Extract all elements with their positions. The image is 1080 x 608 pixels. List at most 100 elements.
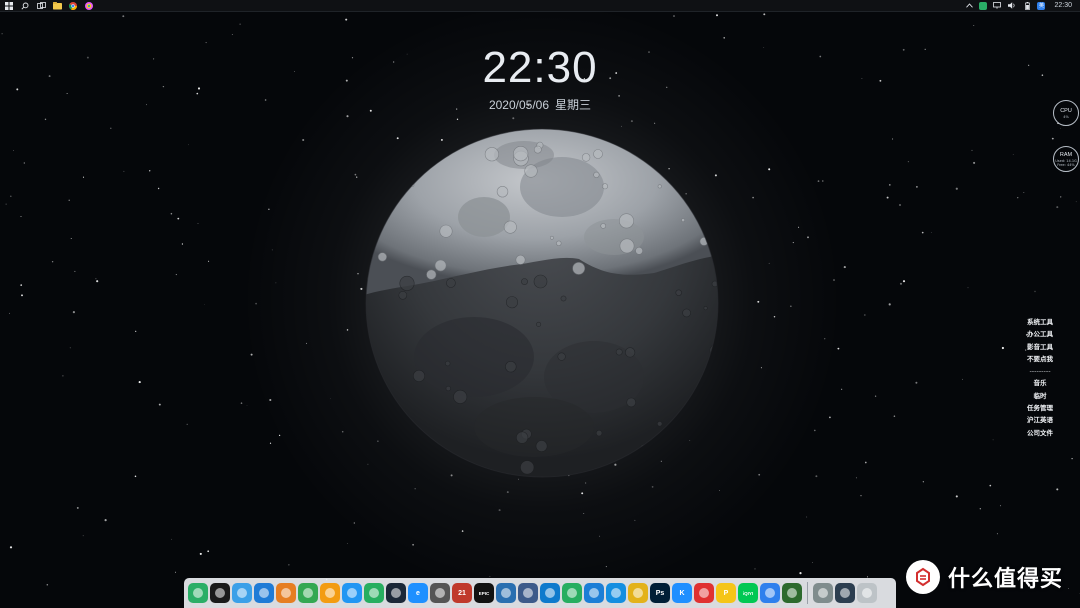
steam-icon[interactable] — [386, 583, 406, 603]
task-view-icon[interactable] — [36, 1, 46, 11]
quick-launch-menu: 系统工具 办公工具 影音工具 不要点我 --------- 音乐 临时 任务管理… — [1018, 316, 1062, 439]
chevron-up-icon[interactable] — [964, 1, 974, 11]
chrome-canary-glyph — [281, 588, 291, 598]
taskbar-clock[interactable]: 22:30 — [1054, 2, 1072, 9]
star — [798, 226, 800, 228]
image-viewer-icon[interactable] — [562, 583, 582, 603]
crater — [682, 308, 691, 318]
menu-item-system-tools[interactable]: 系统工具 — [1018, 316, 1062, 328]
battery-icon[interactable] — [1022, 1, 1032, 11]
settings-gears-icon[interactable] — [813, 583, 833, 603]
star — [199, 552, 202, 555]
search-icon[interactable] — [20, 1, 30, 11]
star — [269, 398, 272, 402]
star — [915, 381, 918, 384]
settings-gears-glyph — [818, 588, 828, 598]
epic-games-icon[interactable]: EPIC — [474, 583, 494, 603]
input-method-icon[interactable]: 英 — [1037, 1, 1046, 10]
watermark-text: 什么值得买 — [948, 567, 1064, 592]
calendar-icon[interactable]: 21 — [452, 583, 472, 603]
edge-icon[interactable] — [254, 583, 274, 603]
this-pc-icon[interactable] — [835, 583, 855, 603]
star — [955, 495, 958, 498]
star — [341, 430, 344, 433]
disk-tool-icon[interactable] — [518, 583, 538, 603]
transfer-icon[interactable] — [606, 583, 626, 603]
star — [1051, 137, 1054, 140]
volume-icon[interactable] — [1007, 1, 1017, 11]
photoshop-icon[interactable]: Ps — [650, 583, 670, 603]
netease-music-icon[interactable] — [694, 583, 714, 603]
star — [302, 138, 305, 142]
bilibili-glyph — [347, 588, 357, 598]
file-explorer-icon[interactable] — [52, 1, 62, 11]
star — [599, 535, 601, 537]
crater — [524, 164, 538, 178]
star — [773, 315, 776, 318]
star — [634, 519, 636, 521]
star — [20, 216, 22, 217]
recycle-bin-icon[interactable] — [857, 583, 877, 603]
chrome-canary-icon[interactable] — [276, 583, 296, 603]
star — [962, 378, 963, 380]
windows-start-icon[interactable] — [4, 1, 14, 11]
star — [752, 196, 754, 199]
star — [1056, 206, 1059, 209]
iqiyi-icon[interactable]: iQIYI — [738, 583, 758, 603]
tencent-app-icon[interactable] — [232, 583, 252, 603]
360-browser-icon[interactable] — [364, 583, 384, 603]
baidu-netdisk-glyph — [765, 588, 775, 598]
star — [171, 538, 173, 540]
360-browser-glyph — [369, 588, 379, 598]
ram-label: RAM — [1059, 151, 1073, 158]
menu-item-company-files[interactable]: 公司文件 — [1018, 427, 1062, 439]
star — [673, 15, 675, 17]
star — [149, 170, 151, 172]
menu-item-dont-click[interactable]: 不要点我 — [1018, 353, 1062, 365]
colorful-app-icon[interactable] — [84, 1, 94, 11]
tiles-icon[interactable] — [628, 583, 648, 603]
feishu-icon[interactable] — [584, 583, 604, 603]
vscode-icon[interactable] — [540, 583, 560, 603]
star — [893, 415, 896, 417]
bilibili-icon[interactable] — [342, 583, 362, 603]
star — [902, 280, 906, 283]
qq-icon[interactable] — [210, 583, 230, 603]
star — [973, 161, 976, 164]
star — [204, 304, 205, 305]
star — [799, 572, 802, 575]
crater — [521, 278, 528, 285]
chrome-icon[interactable] — [68, 1, 78, 11]
crater — [388, 129, 399, 140]
menu-item-music[interactable]: 音乐 — [1018, 377, 1062, 389]
star — [716, 14, 718, 17]
wechat-icon[interactable] — [188, 583, 208, 603]
crater — [520, 460, 535, 475]
browser-orange-icon[interactable] — [320, 583, 340, 603]
spy-app-icon[interactable] — [782, 583, 802, 603]
network-icon[interactable] — [992, 1, 1002, 11]
star — [51, 261, 54, 263]
wechat-tray-icon[interactable] — [979, 1, 988, 10]
menu-item-task-manager[interactable]: 任务管理 — [1018, 402, 1062, 414]
baidu-netdisk-icon[interactable] — [760, 583, 780, 603]
star — [174, 571, 176, 573]
crater — [390, 148, 397, 154]
star — [170, 212, 173, 215]
kugou-icon[interactable]: K — [672, 583, 692, 603]
star — [583, 513, 585, 514]
menu-item-office-tools[interactable]: 办公工具 — [1018, 328, 1062, 340]
crater — [366, 388, 372, 398]
star — [892, 138, 894, 140]
star — [654, 122, 656, 124]
potplayer-icon[interactable]: P — [716, 583, 736, 603]
crater — [536, 321, 542, 327]
menu-item-hujiang-english[interactable]: 沪江英语 — [1018, 414, 1062, 426]
menu-item-media-tools[interactable]: 影音工具 — [1018, 341, 1062, 353]
ie-icon[interactable]: e — [408, 583, 428, 603]
chrome-icon[interactable] — [298, 583, 318, 603]
remote-desktop-icon[interactable] — [496, 583, 516, 603]
video-reel-icon[interactable] — [430, 583, 450, 603]
crater — [619, 213, 635, 229]
menu-item-temp[interactable]: 临时 — [1018, 390, 1062, 402]
